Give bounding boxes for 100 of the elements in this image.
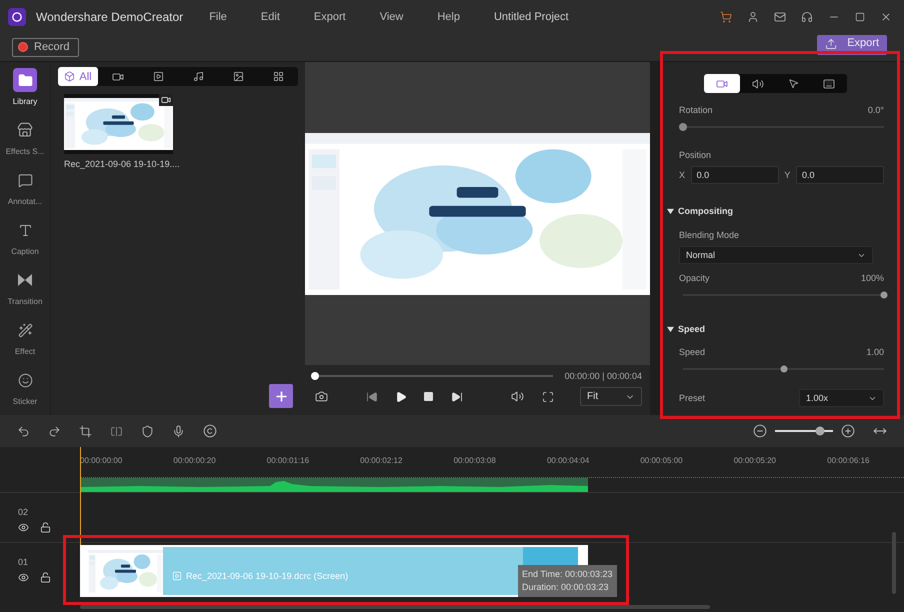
music-note-icon[interactable] (192, 71, 204, 82)
property-tab[interactable] (704, 74, 740, 93)
preset-dropdown[interactable]: 1.00x (799, 389, 884, 407)
sidebar-icon-tile[interactable] (13, 68, 37, 92)
store-icon[interactable] (17, 122, 33, 138)
menu-item[interactable]: Edit (260, 10, 280, 22)
time-tick: 00:00:06:16 (827, 456, 870, 467)
speaker-icon[interactable] (752, 78, 764, 90)
x-label: X (679, 170, 686, 180)
time-tick: 00:00:05:20 (734, 456, 777, 467)
clip-tooltip: End Time: 00:00:03:23 Duration: 00:00:03:23 (518, 565, 617, 597)
sidebar-label[interactable]: Caption (11, 247, 39, 256)
caret-icon[interactable] (667, 208, 674, 214)
caret-icon[interactable] (667, 326, 674, 332)
playback-time: 00:00:00 | 00:00:04 (564, 371, 642, 381)
speech-bubble-icon[interactable] (18, 172, 32, 188)
upload-icon (825, 37, 838, 51)
track-number: 02 (18, 507, 30, 517)
time-tick: 00:00:01:16 (266, 456, 310, 467)
video-camera-icon[interactable] (716, 78, 728, 90)
menu-item[interactable]: File (209, 10, 227, 22)
image-icon[interactable] (232, 71, 244, 82)
fullscreen-icon[interactable] (542, 390, 554, 402)
time-tick: 00:00:02:12 (360, 456, 404, 467)
cart-icon[interactable] (720, 10, 732, 22)
magic-wand-icon[interactable] (18, 322, 32, 338)
smiley-icon[interactable] (18, 372, 32, 388)
zoom-in-icon[interactable] (841, 424, 855, 438)
bowtie-icon[interactable] (18, 274, 32, 286)
blending-mode-dropdown[interactable]: Normal (679, 246, 873, 264)
sidebar-label[interactable]: Sticker (12, 397, 38, 406)
stop-icon[interactable] (423, 391, 434, 402)
eye-icon[interactable] (18, 522, 29, 533)
headset-icon[interactable] (801, 10, 813, 22)
cube-icon[interactable] (64, 71, 76, 82)
video-camera-icon[interactable] (112, 70, 124, 82)
cursor-icon[interactable] (788, 78, 799, 89)
y-label: Y (784, 170, 790, 180)
text-icon[interactable] (18, 222, 32, 238)
sidebar-label[interactable]: Effects S... (6, 147, 44, 156)
rotation-value: 0.0° (868, 105, 884, 115)
play-icon[interactable] (395, 390, 407, 402)
copyright-icon[interactable] (203, 424, 217, 438)
y-field[interactable]: 0.0 (796, 166, 884, 184)
slider-thumb[interactable] (780, 366, 787, 372)
menu-item[interactable]: Export (314, 10, 346, 22)
preset-label: Preset (679, 393, 706, 403)
time-tick: 00:00:05:00 (640, 456, 684, 467)
microphone-icon[interactable] (172, 424, 185, 438)
slider-thumb[interactable] (679, 123, 687, 131)
split-icon[interactable] (110, 424, 123, 438)
shield-icon[interactable] (141, 424, 154, 438)
grid-icon[interactable] (272, 71, 284, 82)
sidebar-label[interactable]: Annotat... (8, 197, 42, 206)
section-title[interactable]: Speed (678, 324, 706, 334)
section-title[interactable]: Compositing (678, 206, 733, 216)
time-tick: 00:00:03:08 (454, 456, 497, 467)
redo-icon[interactable] (48, 424, 61, 438)
eye-icon[interactable] (18, 572, 29, 583)
close-icon[interactable] (880, 10, 892, 22)
horizontal-scrollbar[interactable] (80, 605, 710, 609)
play-square-icon (172, 570, 182, 580)
media-tab[interactable]: All (58, 67, 98, 86)
undo-icon[interactable] (17, 424, 30, 438)
media-filename[interactable]: Rec_2021-09-06 19-10-19.... (64, 158, 180, 170)
app-title: Wondershare DemoCreator (36, 10, 184, 24)
progress-thumb[interactable] (311, 372, 319, 380)
slider-thumb[interactable] (880, 292, 888, 298)
zoom-thumb[interactable] (816, 426, 825, 436)
zoom-dropdown[interactable]: Fit (580, 387, 642, 406)
keyboard-icon[interactable] (823, 78, 836, 90)
unlock-icon[interactable] (40, 572, 51, 583)
speaker-icon[interactable] (511, 390, 524, 403)
record-button[interactable]: Record (12, 38, 80, 56)
play-square-icon[interactable] (152, 71, 164, 82)
skip-back-icon[interactable] (366, 390, 378, 402)
camera-icon[interactable] (315, 390, 328, 403)
add-button[interactable] (269, 384, 293, 408)
sidebar-label[interactable]: Library (12, 97, 38, 106)
vertical-scrollbar[interactable] (892, 532, 896, 594)
app-logo (8, 8, 26, 26)
time-tick: 00:00:04:04 (546, 456, 590, 467)
sidebar-label[interactable]: Transition (8, 297, 42, 306)
mail-icon[interactable] (774, 10, 786, 22)
maximize-icon[interactable] (855, 12, 865, 22)
zoom-out-icon[interactable] (753, 424, 767, 438)
opacity-value: 100% (860, 273, 884, 283)
unlock-icon[interactable] (40, 522, 51, 533)
folder-icon[interactable] (18, 72, 32, 88)
time-tick: 00:00:00:20 (173, 456, 217, 467)
x-field[interactable]: 0.0 (690, 166, 779, 184)
crop-icon[interactable] (79, 424, 92, 438)
menu-item[interactable]: Help (437, 10, 460, 22)
skip-forward-icon[interactable] (451, 390, 463, 402)
menu-item[interactable]: View (380, 10, 404, 22)
time-tick: 00:00:00:00 (80, 456, 124, 467)
blending-mode-label: Blending Mode (679, 230, 740, 240)
speed-label: Speed (679, 347, 706, 357)
user-icon[interactable] (747, 10, 759, 22)
sidebar-label[interactable]: Effect (14, 347, 36, 356)
